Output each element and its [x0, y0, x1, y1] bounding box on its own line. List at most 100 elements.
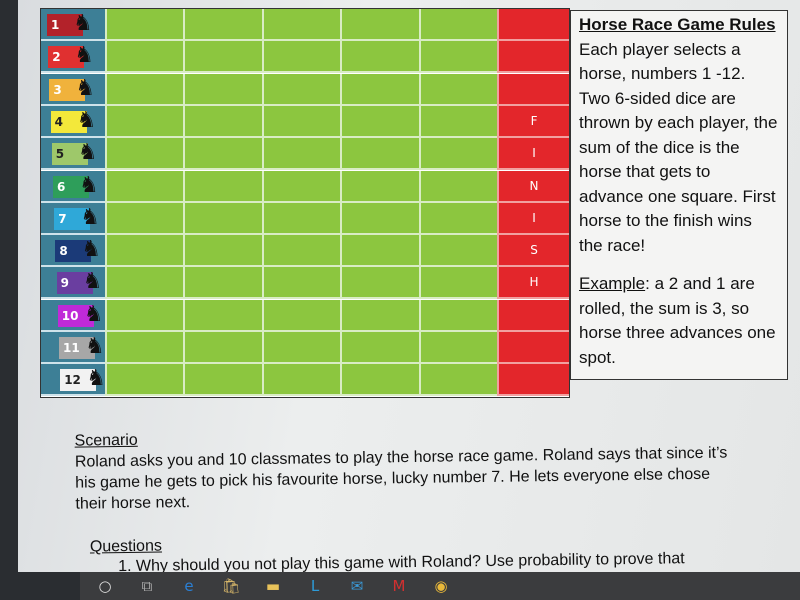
horse-head-icon: ♞: [77, 140, 98, 166]
track-square: [340, 364, 419, 397]
taskbar: ○ ⧉ e 🛍 ▬ L ✉ M ◉: [80, 572, 800, 600]
track-square: [261, 105, 341, 138]
track-square: [105, 170, 184, 203]
store-icon[interactable]: 🛍: [220, 576, 242, 596]
lane-start: 4 ♞: [41, 105, 105, 138]
track-square: [418, 364, 498, 397]
track-square: [183, 202, 262, 235]
track-square: [105, 73, 184, 106]
track-square: [105, 364, 184, 397]
track-square: [105, 235, 184, 268]
lane-row-7: 7 ♞ I: [41, 202, 570, 235]
lane-row-10: 10 ♞: [41, 299, 570, 332]
example-label: Example: [579, 274, 646, 293]
rules-body: Each player selects a horse, numbers 1 -…: [579, 39, 778, 255]
finish-square: S: [497, 235, 570, 268]
rules-box: Horse Race Game Rules Each player select…: [570, 10, 788, 380]
track-square: [418, 170, 498, 203]
lane-start: 1 ♞: [41, 9, 105, 41]
track-square: [340, 299, 419, 332]
chrome-icon[interactable]: ◉: [430, 576, 452, 596]
mail-icon[interactable]: ✉: [346, 576, 368, 596]
finish-square: I: [497, 138, 570, 171]
l-app-icon[interactable]: L: [304, 576, 326, 596]
horse-head-icon: ♞: [85, 334, 105, 359]
finish-square: [497, 9, 570, 41]
finish-square: F: [497, 105, 570, 138]
task-view-icon[interactable]: ⧉: [136, 576, 158, 596]
track-square: [183, 364, 262, 397]
rules-title: Horse Race Game Rules: [579, 15, 776, 34]
track-square: [105, 105, 184, 138]
track-square: [105, 9, 184, 41]
track-square: [340, 73, 419, 106]
lane-row-2: 2 ♞: [41, 41, 570, 74]
track-square: [340, 267, 419, 300]
track-square: [183, 41, 262, 74]
track-square: [418, 202, 498, 235]
track-square: [105, 332, 184, 364]
lane-row-6: 6 ♞ N: [41, 170, 570, 203]
lane-row-9: 9 ♞ H: [41, 267, 570, 300]
lane-row-3: 3 ♞: [41, 73, 570, 106]
track-square: [340, 332, 419, 364]
track-square: [261, 170, 341, 203]
lane-start: 3 ♞: [41, 73, 105, 106]
track-square: [340, 235, 419, 268]
horse-head-icon: ♞: [80, 204, 100, 230]
track-square: [105, 138, 184, 171]
track-square: [183, 170, 262, 203]
lane-start: 7 ♞: [41, 202, 105, 235]
track-square: [340, 202, 419, 235]
finish-square: H: [497, 267, 570, 300]
track-square: [261, 235, 341, 268]
track-square: [183, 9, 262, 41]
finish-square: [497, 73, 570, 106]
scenario-text: Roland asks you and 10 classmates to pla…: [74, 444, 728, 513]
horse-head-icon: ♞: [79, 172, 99, 198]
horse-head-icon: ♞: [81, 237, 102, 263]
track-square: [183, 332, 262, 364]
horse-head-icon: ♞: [86, 366, 106, 392]
track-square: [183, 299, 262, 332]
finish-square: N: [497, 170, 570, 203]
horse-head-icon: ♞: [82, 269, 103, 295]
track-square: [183, 138, 262, 171]
search-circle-icon[interactable]: ○: [94, 576, 116, 596]
track-square: [261, 299, 341, 332]
track-square: [340, 9, 419, 41]
finish-square: [497, 41, 570, 74]
lane-start: 2 ♞: [41, 41, 105, 74]
lane-start: 11 ♞: [41, 332, 105, 364]
track-square: [105, 299, 184, 332]
track-square: [418, 235, 498, 268]
lane-start: 10 ♞: [41, 299, 105, 332]
rules-example: Example: a 2 and 1 are rolled, the sum i…: [579, 272, 779, 370]
track-square: [261, 332, 341, 364]
track-square: [261, 364, 341, 397]
track-square: [340, 105, 419, 138]
track-square: [261, 73, 341, 106]
mcafee-icon[interactable]: M: [388, 576, 410, 596]
track-square: [340, 170, 419, 203]
horse-head-icon: ♞: [74, 43, 94, 69]
track-square: [418, 138, 498, 171]
lane-row-8: 8 ♞ S: [41, 235, 570, 268]
track-square: [261, 9, 341, 41]
track-square: [183, 235, 262, 268]
track-square: [340, 41, 419, 74]
lane-start: 8 ♞: [41, 235, 105, 268]
lane-row-5: 5 ♞ I: [41, 138, 570, 171]
track-square: [105, 202, 184, 235]
lane-row-12: 12 ♞: [41, 364, 570, 397]
edge-icon[interactable]: e: [178, 576, 200, 596]
track-square: [418, 299, 498, 332]
lane-row-11: 11 ♞: [41, 332, 570, 364]
track-square: [418, 332, 498, 364]
horse-head-icon: ♞: [73, 11, 93, 36]
file-explorer-icon[interactable]: ▬: [262, 576, 284, 596]
track-square: [183, 105, 262, 138]
track-square: [261, 138, 341, 171]
track-square: [340, 138, 419, 171]
track-square: [261, 41, 341, 74]
